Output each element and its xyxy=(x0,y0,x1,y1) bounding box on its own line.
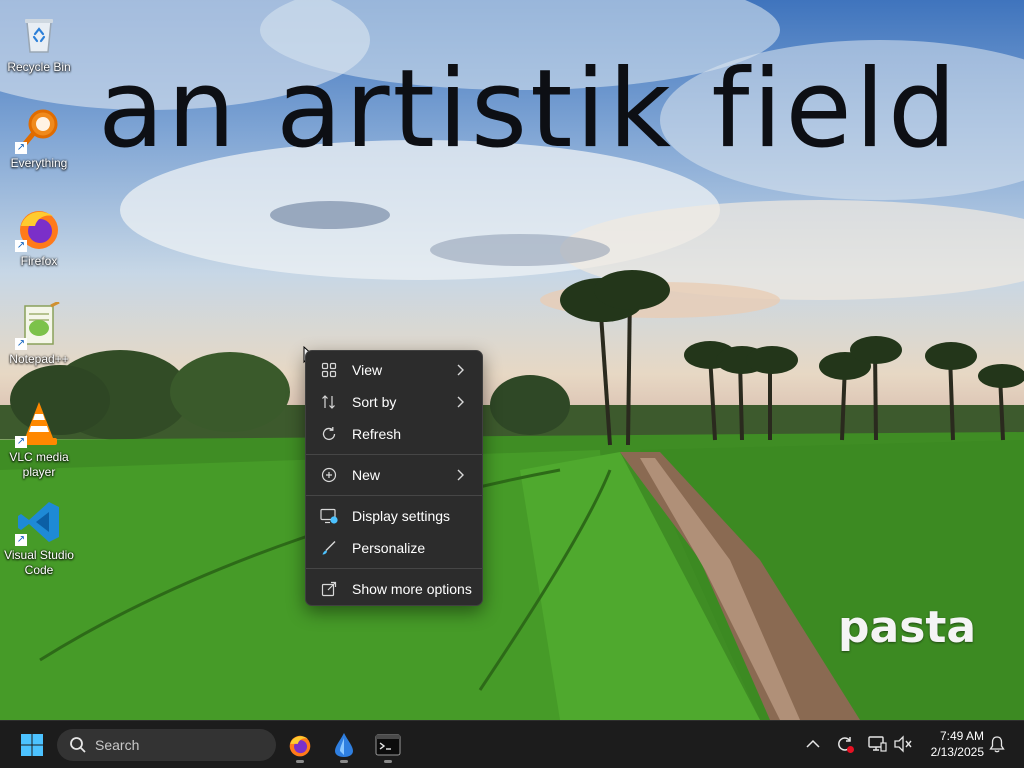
desktop-icon-label: Recycle Bin xyxy=(7,60,71,74)
tray-overflow-chevron[interactable] xyxy=(802,733,824,755)
windows-logo-icon xyxy=(21,734,43,756)
search-placeholder: Search xyxy=(95,737,140,753)
notepad-plus-plus-icon: ↗ xyxy=(15,300,63,350)
sync-status-icon xyxy=(838,737,854,753)
menu-item-label: New xyxy=(352,467,381,483)
desktop-context-menu: View Sort by Refresh New Display setting… xyxy=(305,350,483,606)
everything-search-icon: ↗ xyxy=(15,106,63,154)
taskbar: Search 7:49 AM 2/13/2025 xyxy=(0,720,1024,768)
firefox-icon: ↗ xyxy=(15,204,63,252)
shortcut-arrow-icon: ↗ xyxy=(15,534,27,546)
desktop-wallpaper[interactable]: an artistik field pasta xyxy=(0,0,1024,720)
taskbar-search-box[interactable]: Search xyxy=(57,729,276,761)
notification-bell-icon xyxy=(989,736,1005,753)
blue-drop-app-icon xyxy=(335,733,353,757)
start-button[interactable] xyxy=(14,730,50,760)
menu-item-display-settings[interactable]: Display settings xyxy=(310,501,478,531)
shortcut-arrow-icon: ↗ xyxy=(15,436,27,448)
wallpaper-title-text: an artistik field xyxy=(98,47,960,172)
taskbar-app-terminal[interactable] xyxy=(368,726,408,764)
menu-item-label: View xyxy=(352,362,383,378)
chevron-right-icon xyxy=(456,364,466,376)
desktop-icon-recycle-bin[interactable]: Recycle Bin xyxy=(1,10,77,75)
taskbar-clock[interactable]: 7:49 AM 2/13/2025 xyxy=(914,728,984,760)
desktop-icon-vscode[interactable]: ↗ Visual Studio Code xyxy=(1,498,77,578)
sort-icon xyxy=(319,392,339,412)
notification-center-button[interactable] xyxy=(986,733,1008,755)
clock-time: 7:49 AM xyxy=(939,729,984,743)
wallpaper-signature-text: pasta xyxy=(838,602,977,653)
menu-item-label: Show more options xyxy=(352,581,472,597)
menu-item-label: Refresh xyxy=(352,426,402,442)
new-plus-icon xyxy=(319,465,339,485)
desktop-icon-label: VLC media player xyxy=(9,450,69,479)
desktop-icon-everything[interactable]: ↗ Everything xyxy=(1,106,77,171)
tray-volume[interactable] xyxy=(892,733,914,755)
menu-item-show-more-options[interactable]: Show more options xyxy=(310,574,478,604)
desktop-icon-label: Notepad++ xyxy=(9,352,69,366)
personalize-brush-icon xyxy=(319,538,339,558)
firefox-icon xyxy=(289,735,311,757)
recycle-bin-icon xyxy=(15,10,63,58)
clock-date: 2/13/2025 xyxy=(930,745,984,759)
chevron-up-icon xyxy=(806,739,820,748)
vlc-icon: ↗ xyxy=(15,400,63,448)
terminal-icon xyxy=(375,734,401,756)
taskbar-app-firefox[interactable] xyxy=(280,726,320,764)
menu-item-sort-by[interactable]: Sort by xyxy=(310,387,478,417)
menu-separator xyxy=(306,495,482,496)
menu-item-label: Sort by xyxy=(352,394,397,410)
volume-muted-icon xyxy=(894,735,912,753)
tray-network[interactable] xyxy=(866,733,888,755)
menu-item-personalize[interactable]: Personalize xyxy=(310,533,478,563)
running-indicator xyxy=(296,760,304,763)
menu-item-new[interactable]: New xyxy=(310,460,478,490)
search-icon xyxy=(69,736,87,754)
running-indicator xyxy=(384,760,392,763)
desktop-icon-firefox[interactable]: ↗ Firefox xyxy=(1,204,77,269)
running-indicator xyxy=(340,760,348,763)
shortcut-arrow-icon: ↗ xyxy=(15,338,27,350)
chevron-right-icon xyxy=(456,396,466,408)
chevron-right-icon xyxy=(456,469,466,481)
desktop-icon-vlc[interactable]: ↗ VLC media player xyxy=(1,400,77,480)
desktop-icon-label: Everything xyxy=(10,156,68,170)
network-icon xyxy=(868,736,887,752)
menu-separator xyxy=(306,568,482,569)
vscode-icon: ↗ xyxy=(15,498,63,546)
shortcut-arrow-icon: ↗ xyxy=(15,240,27,252)
desktop-icon-label: Firefox xyxy=(20,254,58,268)
grid-view-icon xyxy=(319,360,339,380)
refresh-icon xyxy=(319,424,339,444)
desktop-icon-notepad-plus-plus[interactable]: ↗ Notepad++ xyxy=(1,300,77,367)
shortcut-arrow-icon: ↗ xyxy=(15,142,27,154)
taskbar-app-blue-drop[interactable] xyxy=(324,726,364,764)
desktop-icon-label: Visual Studio Code xyxy=(4,548,74,577)
menu-separator xyxy=(306,454,482,455)
display-settings-icon xyxy=(319,506,339,526)
menu-item-label: Display settings xyxy=(352,508,451,524)
menu-item-refresh[interactable]: Refresh xyxy=(310,419,478,449)
show-more-options-icon xyxy=(319,579,339,599)
tray-sync-status[interactable] xyxy=(834,733,856,755)
menu-item-label: Personalize xyxy=(352,540,426,556)
menu-item-view[interactable]: View xyxy=(310,355,478,385)
